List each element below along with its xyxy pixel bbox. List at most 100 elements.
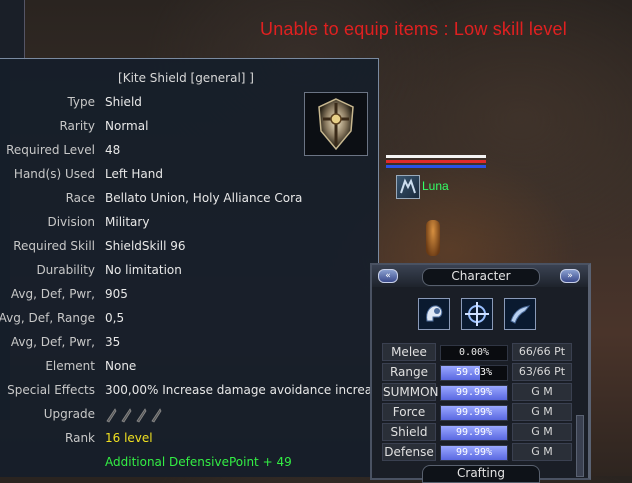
tooltip-row-label: Element xyxy=(45,359,95,373)
tooltip-row-value: Left Hand xyxy=(105,167,163,181)
stat-percent: 59.03% xyxy=(455,367,493,378)
stat-row-range: Range 59.03% 63/66 Pt xyxy=(382,363,572,381)
character-window-title: Character xyxy=(422,268,540,286)
tooltip-row-value: 35 xyxy=(105,335,121,349)
tooltip-row-value: No limitation xyxy=(105,263,182,277)
player-name[interactable]: Luna xyxy=(422,179,449,193)
stat-percent: 99.99% xyxy=(455,427,493,438)
stat-percent: 99.99% xyxy=(455,387,493,398)
stat-row-melee: Melee 0.00% 66/66 Pt xyxy=(382,343,572,361)
stat-progress-bar: 99.99% xyxy=(440,425,508,441)
tooltip-row-label: Rank xyxy=(65,431,95,445)
player-status-bars xyxy=(386,155,486,170)
tooltip-row: Avg, Def, Pwr, 35 xyxy=(0,335,378,351)
tooltip-row-label: Rarity xyxy=(59,119,95,133)
tooltip-row: Rarity Normal xyxy=(0,119,378,135)
stat-row-defense: Defense 99.99% G M xyxy=(382,443,572,461)
character-window: « Character » Melee 0.00% 66/66 Pt Range 59.… xyxy=(370,263,591,483)
item-tooltip: [Kite Shield [general] ] Type Shield Rarit… xyxy=(0,58,386,477)
equip-warning-message: Unable to equip items : Low skill level xyxy=(260,19,567,39)
item-name: [Kite Shield [general] ] xyxy=(118,71,254,85)
player-hp-bar xyxy=(386,155,486,158)
tooltip-row: Durability No limitation xyxy=(0,263,378,279)
tooltip-row-label: Race xyxy=(65,191,95,205)
stat-value: G M xyxy=(512,423,572,441)
tooltip-bonus-row: Additional DefensivePoint + 49 xyxy=(0,455,378,471)
tooltip-row-value: None xyxy=(105,359,137,373)
tooltip-row-label: Avg, Def, Range xyxy=(0,311,95,325)
target-crosshair-icon[interactable] xyxy=(461,298,493,330)
tooltip-row: Division Military xyxy=(0,215,378,231)
tooltip-row-value: 48 xyxy=(105,143,121,157)
tooltip-row: Avg, Def, Range 0,5 xyxy=(0,311,378,327)
additional-defense-bonus: Additional DefensivePoint + 49 xyxy=(105,455,292,469)
stat-progress-bar: 0.00% xyxy=(440,345,508,361)
stat-row-shield: Shield 99.99% G M xyxy=(382,423,572,441)
player-character-sprite[interactable] xyxy=(426,220,440,256)
stat-label: Shield xyxy=(382,423,436,441)
stat-progress-bar: 59.03% xyxy=(440,365,508,381)
stat-label: SUMMON xyxy=(382,383,439,401)
tooltip-row: Type Shield xyxy=(0,95,378,111)
stat-value: G M xyxy=(512,383,572,401)
empty-talic-slot-icon xyxy=(120,407,133,423)
stat-value: G M xyxy=(512,443,572,461)
helmet-skill-icon[interactable] xyxy=(418,298,450,330)
tooltip-row-value: Normal xyxy=(105,119,149,133)
stat-percent: 0.00% xyxy=(458,347,490,358)
empty-talic-slot-icon xyxy=(135,407,148,423)
stat-label: Force xyxy=(382,403,436,421)
tooltip-row: Special Effects 300,00% Increase damage a… xyxy=(0,383,386,399)
background-window-edge xyxy=(0,0,25,60)
stat-percent: 99.99% xyxy=(455,407,493,418)
tooltip-row-label: Upgrade xyxy=(43,407,95,421)
tooltip-row: Element None xyxy=(0,359,378,375)
stat-label: Range xyxy=(382,363,436,381)
empty-talic-slot-icon xyxy=(150,407,163,423)
tooltip-row-value: 905 xyxy=(105,287,128,301)
tooltip-row-label: Special Effects xyxy=(7,383,95,397)
tooltip-row-value: Shield xyxy=(105,95,142,109)
tooltip-row-value: 0,5 xyxy=(105,311,125,325)
collapse-left-button[interactable]: « xyxy=(378,269,398,283)
stat-value: 66/66 Pt xyxy=(512,343,572,361)
tooltip-row-label: Avg, Def, Pwr, xyxy=(10,287,95,301)
tooltip-row-label: Required Skill xyxy=(13,239,95,253)
tooltip-row: Upgrade xyxy=(0,407,378,423)
tooltip-row-value: 300,00% Increase damage avoidance increa… xyxy=(105,383,386,397)
stat-row-summon: SUMMON 99.99% G M xyxy=(382,383,572,401)
character-window-scrollbar[interactable] xyxy=(576,415,584,477)
expand-right-button[interactable]: » xyxy=(560,269,580,283)
tooltip-row: Required Skill ShieldSkill 96 xyxy=(0,239,378,255)
stat-value: G M xyxy=(512,403,572,421)
stat-progress-bar: 99.99% xyxy=(440,445,508,461)
player-sp-bar xyxy=(386,165,486,168)
dash-arrow-icon[interactable] xyxy=(504,298,536,330)
tooltip-row-value: 16 level xyxy=(105,431,153,445)
stat-label: Melee xyxy=(382,343,436,361)
tooltip-row-value: Military xyxy=(105,215,150,229)
tooltip-row-label: Durability xyxy=(36,263,95,277)
tooltip-row-label: Avg, Def, Pwr, xyxy=(10,335,95,349)
empty-talic-slot-icon xyxy=(105,407,118,423)
crafting-tab[interactable]: Crafting xyxy=(422,465,540,483)
tooltip-row: Rank 16 level xyxy=(0,431,378,447)
tooltip-row: Required Level 48 xyxy=(0,143,378,159)
tooltip-row-label: Division xyxy=(47,215,95,229)
stat-label: Defense xyxy=(382,443,436,461)
character-window-header[interactable]: « Character » xyxy=(372,265,588,287)
tooltip-row: Avg, Def, Pwr, 905 xyxy=(0,287,378,303)
tooltip-row-label: Type xyxy=(67,95,95,109)
player-class-icon xyxy=(396,175,420,199)
tooltip-row-label: Hand(s) Used xyxy=(13,167,95,181)
tooltip-row-label: Required Level xyxy=(6,143,95,157)
tooltip-row-value: Bellato Union, Holy Alliance Cora xyxy=(105,191,303,205)
stat-progress-bar: 99.99% xyxy=(440,405,508,421)
stat-value: 63/66 Pt xyxy=(512,363,572,381)
stat-percent: 99.99% xyxy=(455,447,493,458)
tooltip-row: Race Bellato Union, Holy Alliance Cora xyxy=(0,191,378,207)
tooltip-row-value: ShieldSkill 96 xyxy=(105,239,186,253)
stat-progress-bar: 99.99% xyxy=(440,385,508,401)
upgrade-slots xyxy=(105,407,163,423)
player-fp-bar xyxy=(386,160,486,163)
